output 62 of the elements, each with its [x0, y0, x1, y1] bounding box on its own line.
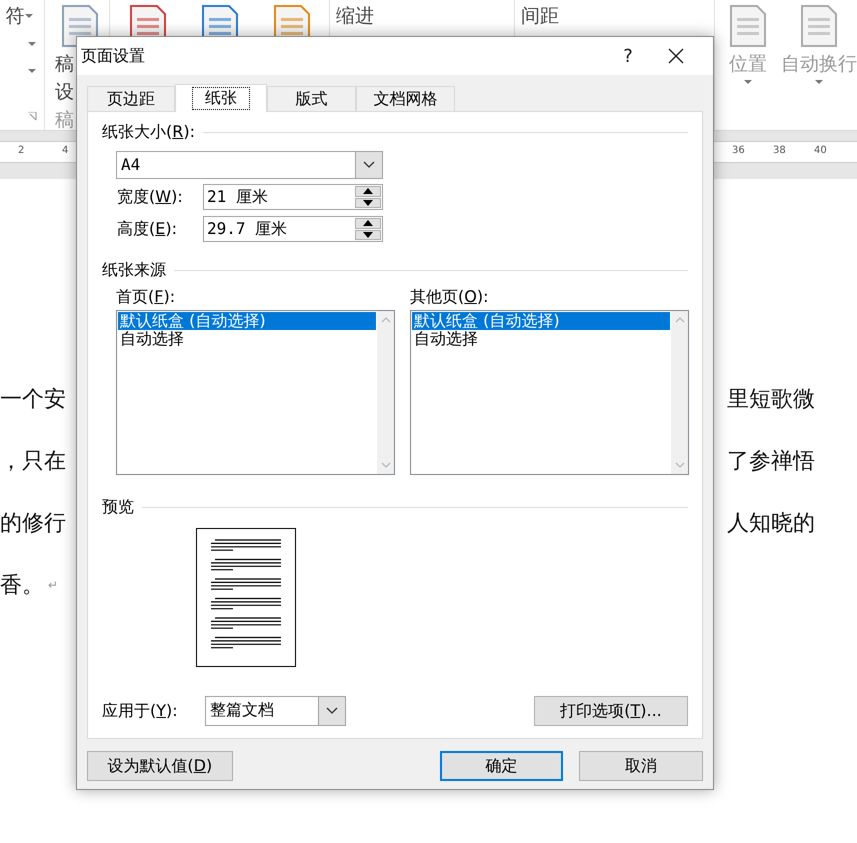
group-label: 稿 — [55, 108, 74, 132]
caret-icon — [28, 69, 36, 74]
group-title: 缩进 — [336, 4, 374, 28]
list-item[interactable]: 自动选择 — [118, 330, 376, 348]
caret-icon — [24, 14, 32, 18]
down-arrow-icon — [363, 200, 373, 206]
document-text: 了参禅悟 — [727, 448, 815, 476]
list-item[interactable]: 默认纸盒 (自动选择) — [118, 312, 376, 330]
document-text: 香。 — [0, 572, 44, 600]
ribbon-button-label[interactable]: 设 — [55, 80, 74, 104]
spin-field[interactable]: 21 厘米 — [203, 184, 383, 210]
spin-field[interactable]: 29.7 厘米 — [203, 216, 383, 242]
help-button[interactable]: ? — [603, 37, 653, 75]
ruler-number: 38 — [773, 145, 786, 156]
group-title: 间距 — [521, 4, 559, 28]
caret-icon — [28, 42, 36, 47]
document-text: 的修行 — [0, 510, 66, 538]
section-title: 纸张来源 — [102, 260, 166, 281]
field-label: 高度(E): — [117, 218, 178, 240]
section-title: 预览 — [102, 497, 134, 518]
scroll-up-icon — [674, 317, 684, 323]
ruler-number: 40 — [814, 145, 827, 156]
list-item[interactable]: 默认纸盒 (自动选择) — [412, 312, 670, 330]
cancel-button[interactable]: 取消 — [579, 751, 703, 781]
list-label: 其他页(O): — [410, 287, 490, 308]
dialog-title: 页面设置 — [81, 46, 146, 66]
paragraph-mark: ↵ — [48, 578, 58, 592]
section-title: 纸张大小(R): — [102, 122, 196, 143]
scroll-down-icon — [674, 462, 684, 468]
up-arrow-icon — [363, 220, 373, 226]
tab[interactable]: 纸张 — [175, 84, 267, 112]
scroll-up-icon — [380, 317, 390, 323]
scroll-down-icon — [380, 462, 390, 468]
set-default-button[interactable]: 设为默认值(D) — [87, 751, 233, 781]
ruler-number: 4 — [62, 145, 68, 156]
document-text: 里短歌微 — [727, 386, 815, 414]
caret-icon — [815, 80, 823, 85]
ribbon-button-label[interactable]: 稿 — [55, 52, 74, 76]
ruler-number: 36 — [732, 145, 745, 156]
close-icon — [668, 48, 684, 64]
field-label: 宽度(W): — [117, 186, 184, 208]
field-label: 应用于(Y): — [102, 700, 179, 722]
apply-to-dropdown[interactable]: 整篇文档 — [205, 696, 346, 726]
dialog-launcher-icon[interactable] — [28, 112, 37, 121]
down-arrow-icon — [363, 232, 373, 238]
tab[interactable]: 页边距 — [87, 86, 175, 111]
ok-button[interactable]: 确定 — [440, 751, 564, 781]
up-arrow-icon — [363, 188, 373, 194]
list-label: 首页(F): — [116, 287, 176, 308]
chevron-down-icon — [363, 161, 375, 169]
document-text: 人知晓的 — [727, 510, 815, 538]
print-options-button[interactable]: 打印选项(T)... — [534, 696, 688, 726]
chevron-down-icon — [326, 707, 338, 715]
tab[interactable]: 版式 — [267, 86, 356, 111]
caret-icon — [744, 80, 752, 85]
tab[interactable]: 文档网格 — [356, 86, 455, 111]
document-text: 一个安 — [0, 386, 66, 414]
ruler-number: 2 — [18, 145, 24, 156]
ribbon-item[interactable]: 符 — [6, 4, 24, 28]
document-text: ，只在 — [0, 448, 66, 476]
paper-size-dropdown[interactable]: A4 — [116, 151, 383, 179]
list-item[interactable]: 自动选择 — [412, 330, 670, 348]
